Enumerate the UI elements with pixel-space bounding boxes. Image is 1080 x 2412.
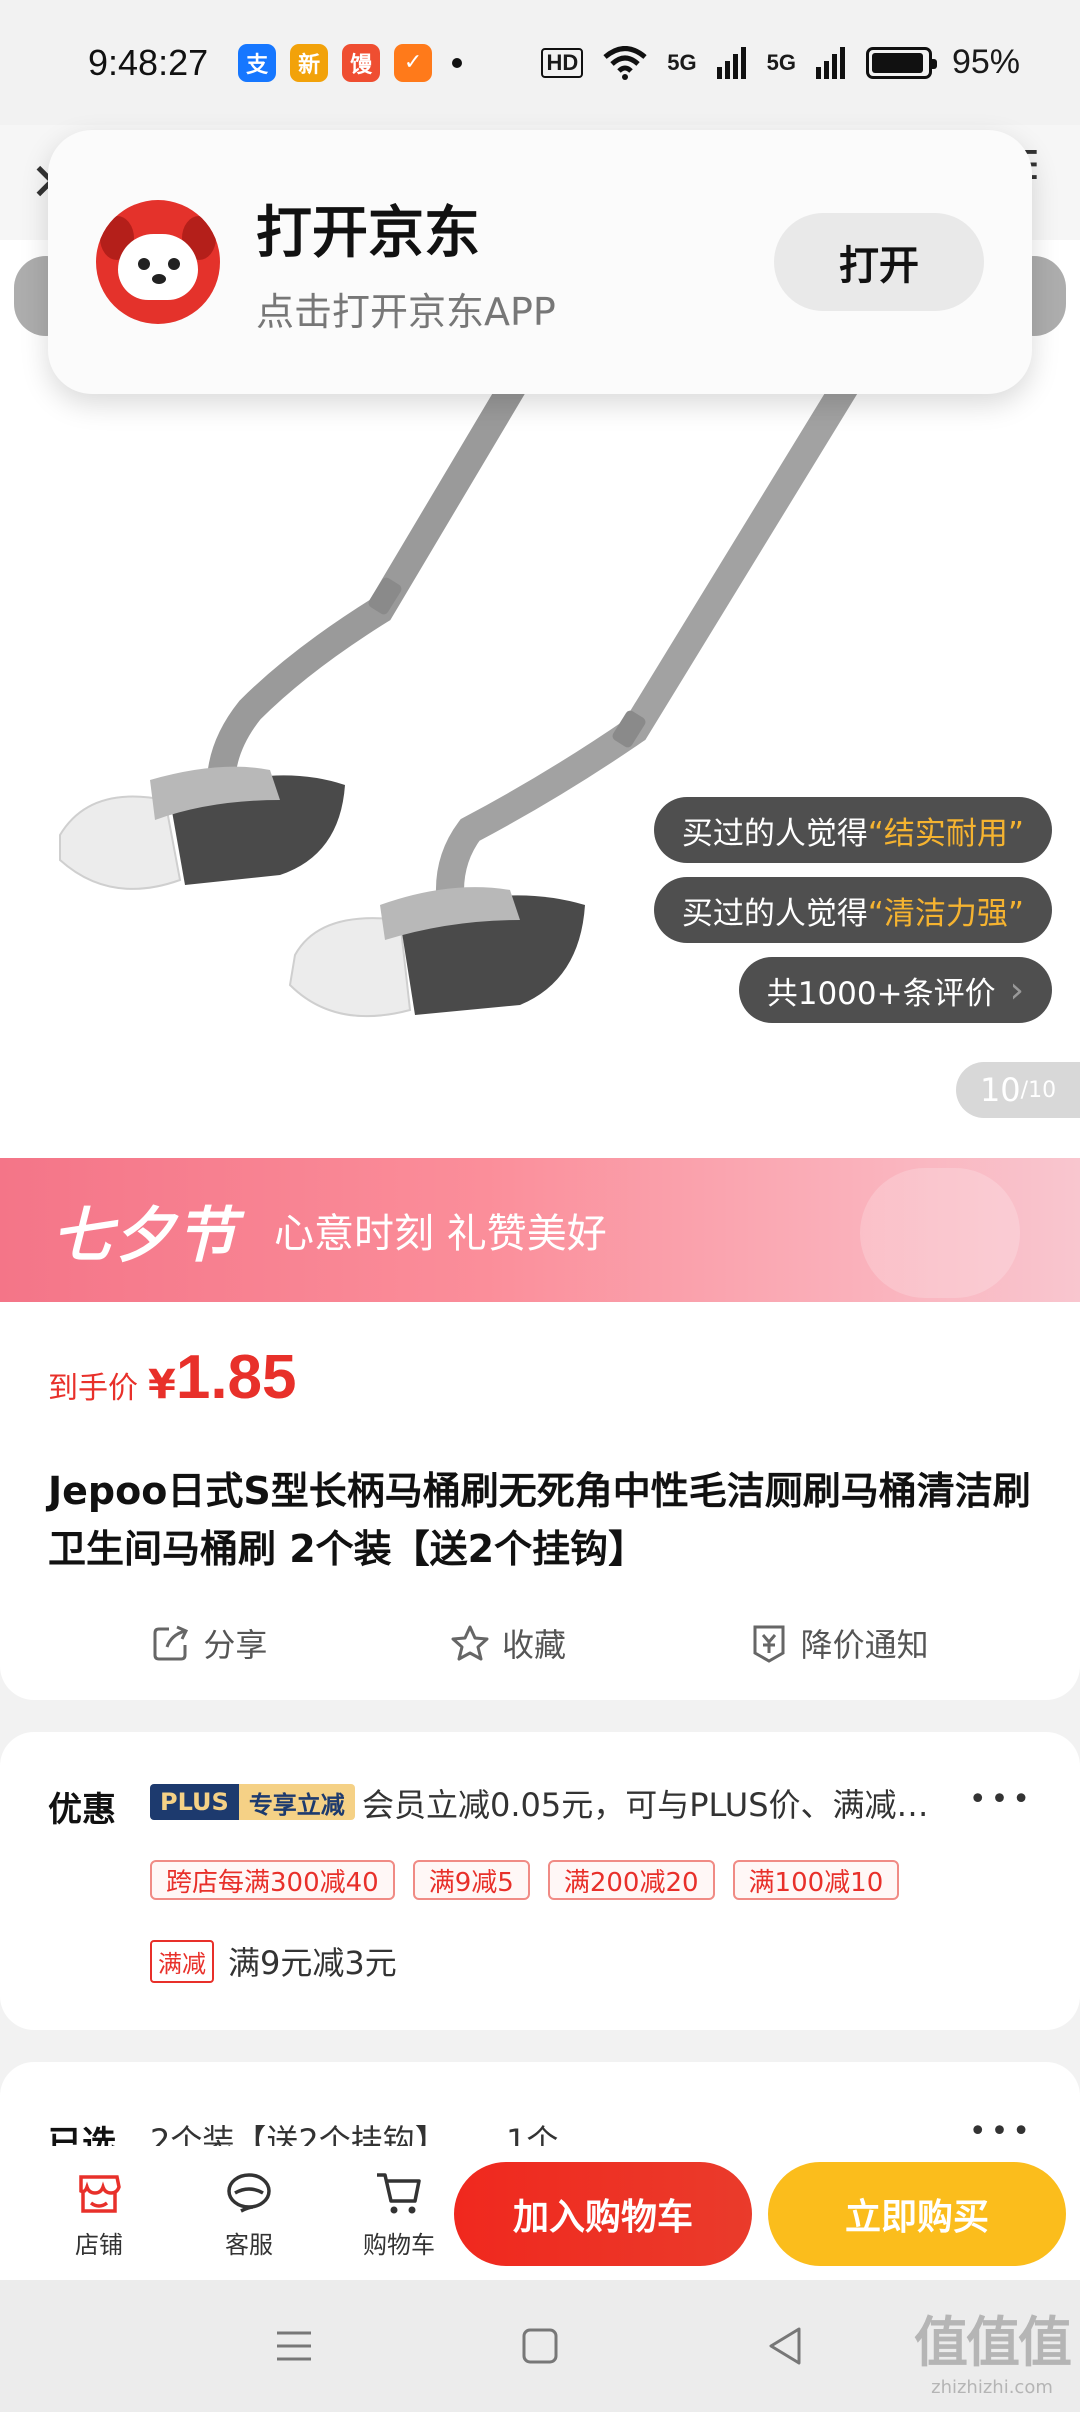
plus-badge-right: 专享立减 xyxy=(238,1784,355,1820)
mantou-app-icon: 馒 xyxy=(342,43,381,82)
favorite-button[interactable]: 收藏 xyxy=(450,1620,566,1666)
review-prefix: 买过的人觉得 xyxy=(681,815,868,852)
service-tab-label: 客服 xyxy=(225,2230,273,2259)
more-icon[interactable]: ••• xyxy=(969,1782,1034,1817)
product-title: Jepoo日式S型长柄马桶刷无死角中性毛洁厕刷马桶清洁刷卫生间马桶刷 2个装【送… xyxy=(48,1469,1031,1571)
system-nav-bar: 值值值 zhizhizhi.com xyxy=(0,2280,1080,2412)
price-row: 到手价 ¥ 1.85 xyxy=(48,1342,297,1413)
price-value: 1.85 xyxy=(175,1343,297,1412)
cart-tab[interactable]: 购物车 xyxy=(324,2167,474,2260)
page-current: 10 xyxy=(979,1071,1021,1109)
plus-badge-left: PLUS xyxy=(150,1784,239,1820)
promotions-card[interactable]: 优惠 PLUS 专享立减 会员立减0.05元，可与PLUS价、满减… ••• 跨… xyxy=(0,1732,1080,2030)
home-icon[interactable] xyxy=(517,2323,563,2369)
site-watermark: 值值值 zhizhizhi.com xyxy=(914,2298,1072,2398)
status-indicators: HD 5G 5G 95% xyxy=(541,43,1020,82)
coupon-item[interactable]: 满200减20 xyxy=(547,1860,715,1900)
signal-5g-icon-1: 5G xyxy=(667,49,697,75)
promotions-label: 优惠 xyxy=(48,1790,116,1830)
watermark-logo: 值值值 xyxy=(914,2311,1072,2374)
product-info-card: 到手价 ¥ 1.85 Jepoo日式S型长柄马桶刷无死角中性毛洁厕刷马桶清洁刷卫… xyxy=(0,1302,1080,1700)
buy-now-button[interactable]: 立即购买 xyxy=(768,2162,1066,2266)
customer-service-icon xyxy=(227,2172,271,2213)
battery-fill xyxy=(871,52,924,73)
star-icon xyxy=(451,1625,489,1661)
review-highlight: “清洁力强” xyxy=(867,895,1024,932)
price-label: 到手价 xyxy=(48,1371,138,1406)
add-to-cart-button[interactable]: 加入购物车 xyxy=(454,2162,752,2266)
signal-bars-icon-1 xyxy=(716,46,746,79)
product-actions: 分享 收藏 降价通知 xyxy=(0,1620,1080,1666)
price-alert-icon xyxy=(753,1625,785,1663)
festival-banner[interactable]: 七夕节 心意时刻 礼赞美好 xyxy=(0,1158,1080,1302)
news-app-icon: 新 xyxy=(290,43,329,82)
review-count: 共1000+条评价 xyxy=(766,975,996,1012)
review-count-button[interactable]: 共1000+条评价 › xyxy=(738,957,1052,1023)
festival-subtitle: 心意时刻 礼赞美好 xyxy=(274,1211,607,1257)
favorite-label: 收藏 xyxy=(501,1626,566,1664)
gallery-page-indicator: 10/10 xyxy=(956,1062,1080,1118)
recent-apps-icon[interactable] xyxy=(271,2323,317,2369)
plus-badge: PLUS 专享立减 xyxy=(150,1784,355,1820)
page-total: /10 xyxy=(1020,1077,1057,1103)
coupon-item[interactable]: 跨店每满300减40 xyxy=(150,1860,395,1900)
store-tab[interactable]: 店铺 xyxy=(24,2167,174,2260)
notification-icons: 支 新 馒 ✓ xyxy=(238,43,463,82)
wifi-icon xyxy=(603,45,647,80)
signal-bars-icon-2 xyxy=(815,46,845,79)
open-app-banner[interactable]: 打开京东 点击打开京东APP 打开 xyxy=(48,130,1032,394)
manjian-row: 满减 满9元减3元 xyxy=(150,1938,397,1984)
banner-text: 打开京东 点击打开京东APP xyxy=(256,188,556,336)
shopping-cart-icon xyxy=(377,2172,421,2213)
battery-icon xyxy=(865,46,937,79)
share-button[interactable]: 分享 xyxy=(151,1620,267,1666)
coupon-item[interactable]: 满100减10 xyxy=(732,1860,900,1900)
price-alert-button[interactable]: 降价通知 xyxy=(749,1620,929,1666)
more-notifications-dot xyxy=(452,57,463,68)
review-tag-sturdy[interactable]: 买过的人觉得 “结实耐用” xyxy=(653,797,1052,863)
review-highlight: “结实耐用” xyxy=(867,815,1024,852)
review-prefix: 买过的人觉得 xyxy=(681,895,868,932)
open-app-button[interactable]: 打开 xyxy=(774,213,984,311)
signal-5g-icon-2: 5G xyxy=(766,49,796,75)
festival-decoration xyxy=(860,1168,1020,1298)
manjian-tag: 满减 xyxy=(150,1939,214,1983)
share-icon xyxy=(153,1625,189,1661)
status-time: 9:48:27 xyxy=(88,41,209,83)
chevron-right-icon: › xyxy=(1009,969,1024,1011)
coupon-list: 跨店每满300减40 满9减5 满200减20 满100减10 xyxy=(150,1860,900,1900)
service-tab[interactable]: 客服 xyxy=(174,2167,324,2260)
alipay-icon: 支 xyxy=(238,43,277,82)
cart-tab-label: 购物车 xyxy=(363,2230,435,2259)
bottom-action-bar: 店铺 客服 购物车 加入购物车 立即购买 xyxy=(0,2146,1080,2280)
battery-percent: 95% xyxy=(951,43,1020,81)
banner-subtitle: 点击打开京东APP xyxy=(256,290,556,334)
hd-voice-icon: HD xyxy=(541,47,584,78)
coupon-item[interactable]: 满9减5 xyxy=(412,1860,530,1900)
banner-title: 打开京东 xyxy=(256,201,480,266)
plus-promo-text: 会员立减0.05元，可与PLUS价、满减… xyxy=(362,1786,929,1824)
taobao-special-icon: ✓ xyxy=(394,43,433,82)
more-icon[interactable]: ••• xyxy=(969,2114,1034,2149)
price-alert-label: 降价通知 xyxy=(800,1626,929,1664)
share-label: 分享 xyxy=(203,1626,268,1664)
review-tag-clean[interactable]: 买过的人觉得 “清洁力强” xyxy=(653,877,1052,943)
jd-logo-icon xyxy=(96,200,220,324)
store-icon xyxy=(79,2174,121,2213)
manjian-text: 满9元减3元 xyxy=(228,1944,397,1982)
back-icon[interactable] xyxy=(763,2323,809,2369)
store-tab-label: 店铺 xyxy=(75,2230,123,2259)
festival-title: 七夕节 xyxy=(52,1200,238,1271)
price-currency: ¥ xyxy=(148,1362,176,1408)
status-bar: 9:48:27 支 新 馒 ✓ HD 5G 5G 95% xyxy=(0,0,1080,125)
watermark-url: zhizhizhi.com xyxy=(931,2377,1053,2398)
